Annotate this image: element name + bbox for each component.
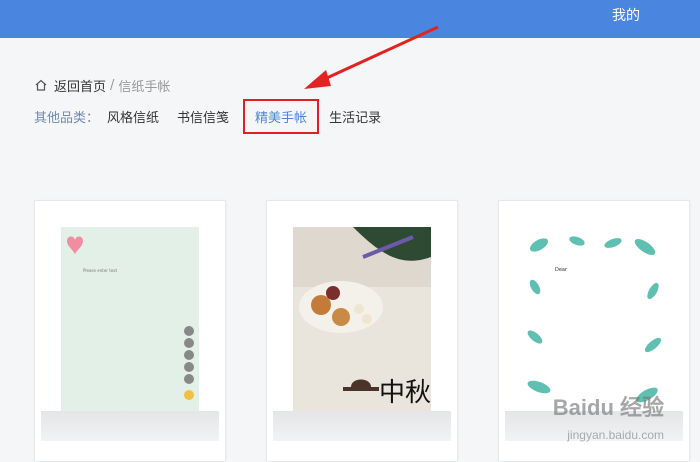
watermark-url: jingyan.baidu.com bbox=[567, 428, 664, 442]
template-card-green[interactable]: Please enter text bbox=[34, 200, 226, 462]
breadcrumb-separator: / bbox=[110, 77, 115, 93]
top-navbar: 我的 bbox=[0, 0, 700, 38]
category-fine-journal[interactable]: 精美手帐 bbox=[243, 98, 320, 134]
breadcrumb-current: 信纸手帐 bbox=[118, 79, 171, 95]
svg-text:Dear: Dear bbox=[555, 267, 568, 273]
card-shadow bbox=[273, 411, 451, 441]
watermark-brand: Baidu 经验 bbox=[552, 395, 664, 420]
svg-text:Please enter text: Please enter text bbox=[83, 268, 118, 273]
category-life-record[interactable]: 生活记录 bbox=[329, 107, 381, 126]
back-home-link[interactable]: 返回首页 bbox=[54, 76, 106, 95]
mid-autumn-thumbnail: 中秋 bbox=[293, 227, 431, 417]
category-label: 其他品类： bbox=[34, 110, 100, 126]
breadcrumb: 返回首页 / 信纸手帐 bbox=[34, 76, 171, 95]
my-account-link[interactable]: 我的 bbox=[612, 5, 640, 25]
template-card-mid-autumn[interactable]: 中秋 bbox=[266, 200, 458, 462]
card-shadow bbox=[41, 411, 219, 441]
leaf-border-thumbnail: Dear bbox=[525, 227, 663, 417]
green-paper-thumbnail: Please enter text bbox=[61, 227, 199, 417]
mid-autumn-art-text: 中秋 bbox=[379, 378, 431, 408]
category-style-letter-paper[interactable]: 风格信纸 bbox=[107, 107, 159, 126]
home-icon[interactable] bbox=[34, 78, 48, 92]
category-letter-stationery[interactable]: 书信信笺 bbox=[177, 107, 229, 126]
template-card-leaves[interactable]: Dear bbox=[498, 200, 690, 462]
category-filter: 其他品类： 风格信纸 书信信笺 精美手帐 生活记录 bbox=[34, 98, 399, 134]
